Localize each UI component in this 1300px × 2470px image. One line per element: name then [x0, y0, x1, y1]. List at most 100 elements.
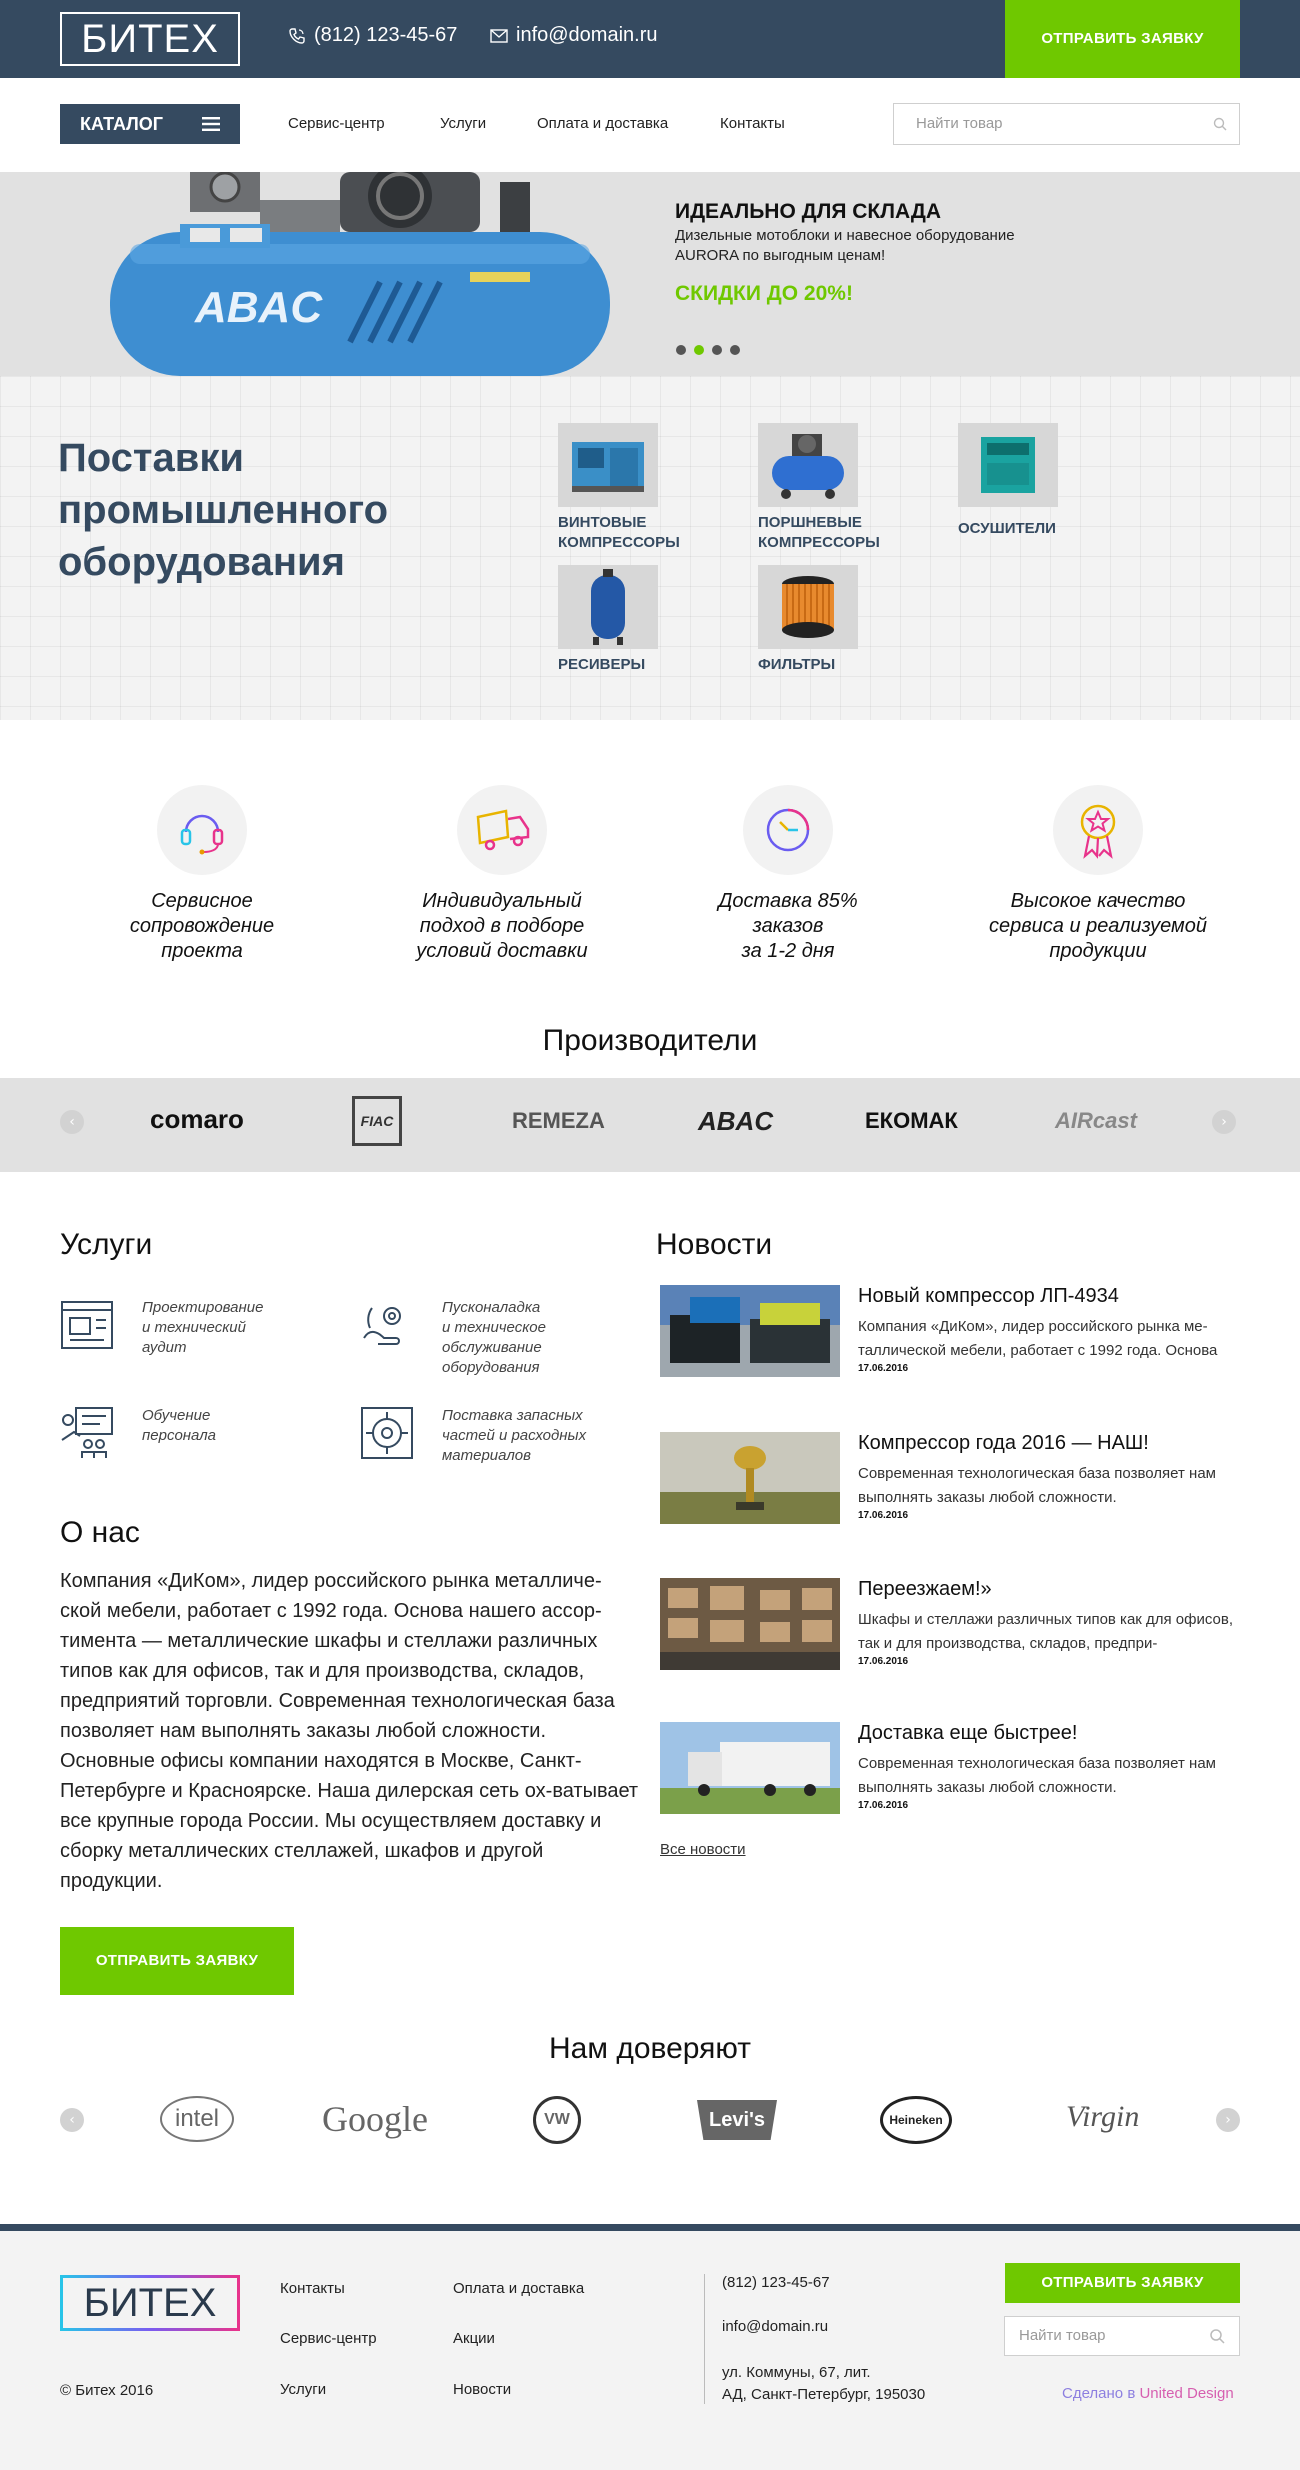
- feature-text: Сервисное сопровождение проекта: [129, 890, 275, 962]
- brand-logo-comaro[interactable]: comaro: [150, 1104, 244, 1135]
- category-dryers[interactable]: ОСУШИТЕЛИ: [958, 423, 1158, 539]
- search-input[interactable]: Найти товар: [893, 103, 1240, 145]
- category-filters[interactable]: ФИЛЬТРЫ: [758, 565, 958, 675]
- footer-link-promo[interactable]: Акции: [453, 2330, 495, 2347]
- client-logo-virgin[interactable]: Virgin: [1066, 2100, 1139, 2134]
- news-item-date: 17.06.2016: [858, 1800, 909, 1811]
- filter-icon: [758, 565, 858, 649]
- all-news-link[interactable]: Все новости: [660, 1841, 746, 1858]
- brand-logo-fiac[interactable]: FIAC: [352, 1096, 402, 1146]
- search-icon[interactable]: [1213, 117, 1227, 131]
- client-logo-intel[interactable]: intel: [160, 2096, 234, 2142]
- footer-link-delivery[interactable]: Оплата и доставка: [453, 2280, 584, 2297]
- compressor-image: ABAC: [110, 172, 610, 376]
- logo[interactable]: БИТЕХ: [60, 12, 240, 66]
- news-item[interactable]: Компрессор года 2016 — НАШ! Современная …: [658, 1432, 1240, 1524]
- brand-logo-ekomak[interactable]: ЕКОМАК: [865, 1108, 958, 1134]
- news-item-date: 17.06.2016: [858, 1363, 909, 1374]
- category-screw-compressors[interactable]: ВИНТОВЫЕ КОМПРЕССОРЫ: [558, 423, 758, 553]
- hero-title: ИДЕАЛЬНО ДЛЯ СКЛАДА: [675, 200, 942, 223]
- trust-prev-arrow[interactable]: ‹: [60, 2108, 84, 2132]
- news-item-date: 17.06.2016: [858, 1510, 909, 1521]
- brand-logo-aircast[interactable]: AIRcast: [1055, 1108, 1137, 1134]
- footer-credit-link[interactable]: United Design: [1139, 2385, 1233, 2402]
- nav-link-services[interactable]: Услуги: [440, 115, 486, 132]
- service-text: Обучение персонала: [142, 1407, 217, 1444]
- news-item[interactable]: Переезжаем!» Шкафы и стеллажи различных …: [658, 1578, 1240, 1670]
- phone-icon: [289, 27, 305, 44]
- piston-compressor-icon: [758, 423, 858, 507]
- manufacturers-next-arrow[interactable]: ›: [1212, 1110, 1236, 1134]
- footer-link-news[interactable]: Новости: [453, 2381, 511, 2398]
- footer-phone[interactable]: (812) 123-45-67: [722, 2274, 830, 2291]
- service-parts[interactable]: Поставка запасных частей и расходных мат…: [360, 1406, 650, 1466]
- footer-copyright: © Битех 2016: [60, 2382, 154, 2399]
- catalog-button[interactable]: КАТАЛОГ: [60, 104, 240, 144]
- hero-slider[interactable]: ABAC: [0, 172, 1300, 376]
- service-commissioning[interactable]: Пусконаладка и техническое обслуживание …: [360, 1298, 650, 1378]
- header-cta-button[interactable]: ОТПРАВИТЬ ЗАЯВКУ: [1005, 0, 1240, 78]
- screw-compressor-icon: [558, 423, 658, 507]
- header-phone[interactable]: (812) 123-45-67: [288, 24, 457, 47]
- footer-cta-button[interactable]: ОТПРАВИТЬ ЗАЯВКУ: [1005, 2263, 1240, 2303]
- client-logo-vw[interactable]: VW: [533, 2096, 581, 2144]
- slider-dot-2[interactable]: [694, 345, 704, 355]
- search-placeholder: Найти товар: [916, 115, 1003, 132]
- news-image: [660, 1578, 840, 1670]
- service-design[interactable]: Проектирование и технический аудит: [60, 1298, 350, 1358]
- header-email[interactable]: info@domain.ru: [490, 24, 657, 47]
- footer-link-services[interactable]: Услуги: [280, 2381, 326, 2398]
- footer-search-input[interactable]: Найти товар: [1004, 2316, 1240, 2356]
- catalog-label: КАТАЛОГ: [80, 114, 164, 134]
- slider-dots: [676, 345, 740, 355]
- news-image: [660, 1285, 840, 1377]
- feature-delivery-terms: Индивидуальный подход в подборе условий …: [372, 785, 632, 964]
- menu-icon: [202, 117, 220, 131]
- slider-dot-3[interactable]: [712, 345, 722, 355]
- news-item[interactable]: Доставка еще быстрее! Современная технол…: [658, 1722, 1240, 1814]
- news-item-date: 17.06.2016: [858, 1656, 909, 1667]
- trust-next-arrow[interactable]: ›: [1216, 2108, 1240, 2132]
- training-icon: [61, 1407, 113, 1458]
- header-email-text: info@domain.ru: [516, 24, 658, 46]
- footer-logo[interactable]: БИТЕХ: [60, 2275, 240, 2331]
- footer-link-contacts[interactable]: Контакты: [280, 2280, 345, 2297]
- category-label: ФИЛЬТРЫ: [758, 656, 836, 673]
- client-logo-heineken[interactable]: Heineken: [880, 2096, 952, 2144]
- headset-icon: [157, 785, 247, 875]
- brand-logo-abac[interactable]: ABAC: [698, 1106, 773, 1137]
- footer-credit-prefix: Сделано в: [1062, 2385, 1140, 2402]
- nav-link-contacts[interactable]: Контакты: [720, 115, 785, 132]
- news-item-title[interactable]: Новый компрессор ЛП-4934: [858, 1285, 1119, 1308]
- slider-dot-4[interactable]: [730, 345, 740, 355]
- client-logo-levis[interactable]: Levi's: [697, 2100, 777, 2140]
- hero-text: Дизельные мотоблоки и навесное оборудова…: [675, 227, 1015, 264]
- brand-logo-remeza[interactable]: REMEZA: [512, 1108, 605, 1134]
- blueprint-icon: [61, 1301, 113, 1349]
- about-title: О нас: [60, 1516, 140, 1549]
- hero-sale: СКИДКИ ДО 20%!: [675, 282, 853, 305]
- nav-link-delivery[interactable]: Оплата и доставка: [537, 115, 668, 132]
- category-piston-compressors[interactable]: ПОРШНЕВЫЕ КОМПРЕССОРЫ: [758, 423, 958, 553]
- manufacturers-prev-arrow[interactable]: ‹: [60, 1110, 84, 1134]
- client-logo-google[interactable]: Google: [322, 2098, 428, 2140]
- search-icon[interactable]: [1209, 2328, 1225, 2344]
- footer-email[interactable]: info@domain.ru: [722, 2318, 828, 2335]
- feature-quality: Высокое качество сервиса и реализуемой п…: [968, 785, 1228, 964]
- about-cta-button[interactable]: ОТПРАВИТЬ ЗАЯВКУ: [60, 1927, 294, 1995]
- footer-logo-text: БИТЕХ: [83, 2281, 217, 2325]
- nav-link-service[interactable]: Сервис-центр: [288, 115, 385, 132]
- news-item-title[interactable]: Доставка еще быстрее!: [858, 1722, 1077, 1745]
- news-item-title[interactable]: Переезжаем!»: [858, 1578, 992, 1601]
- footer-address: ул. Коммуны, 67, лит. АД, Санкт-Петербур…: [722, 2364, 926, 2403]
- mail-icon: [490, 28, 508, 43]
- news-item[interactable]: Новый компрессор ЛП-4934 Компания «ДиКом…: [658, 1285, 1240, 1377]
- service-text: Проектирование и технический аудит: [142, 1299, 264, 1356]
- category-label: ПОРШНЕВЫЕ КОМПРЕССОРЫ: [758, 514, 880, 551]
- manufacturers-title: Производители: [542, 1024, 758, 1057]
- category-receivers[interactable]: РЕСИВЕРЫ: [558, 565, 758, 675]
- footer-link-service[interactable]: Сервис-центр: [280, 2330, 377, 2347]
- news-item-title[interactable]: Компрессор года 2016 — НАШ!: [858, 1432, 1149, 1455]
- service-training[interactable]: Обучение персонала: [60, 1406, 350, 1460]
- slider-dot-1[interactable]: [676, 345, 686, 355]
